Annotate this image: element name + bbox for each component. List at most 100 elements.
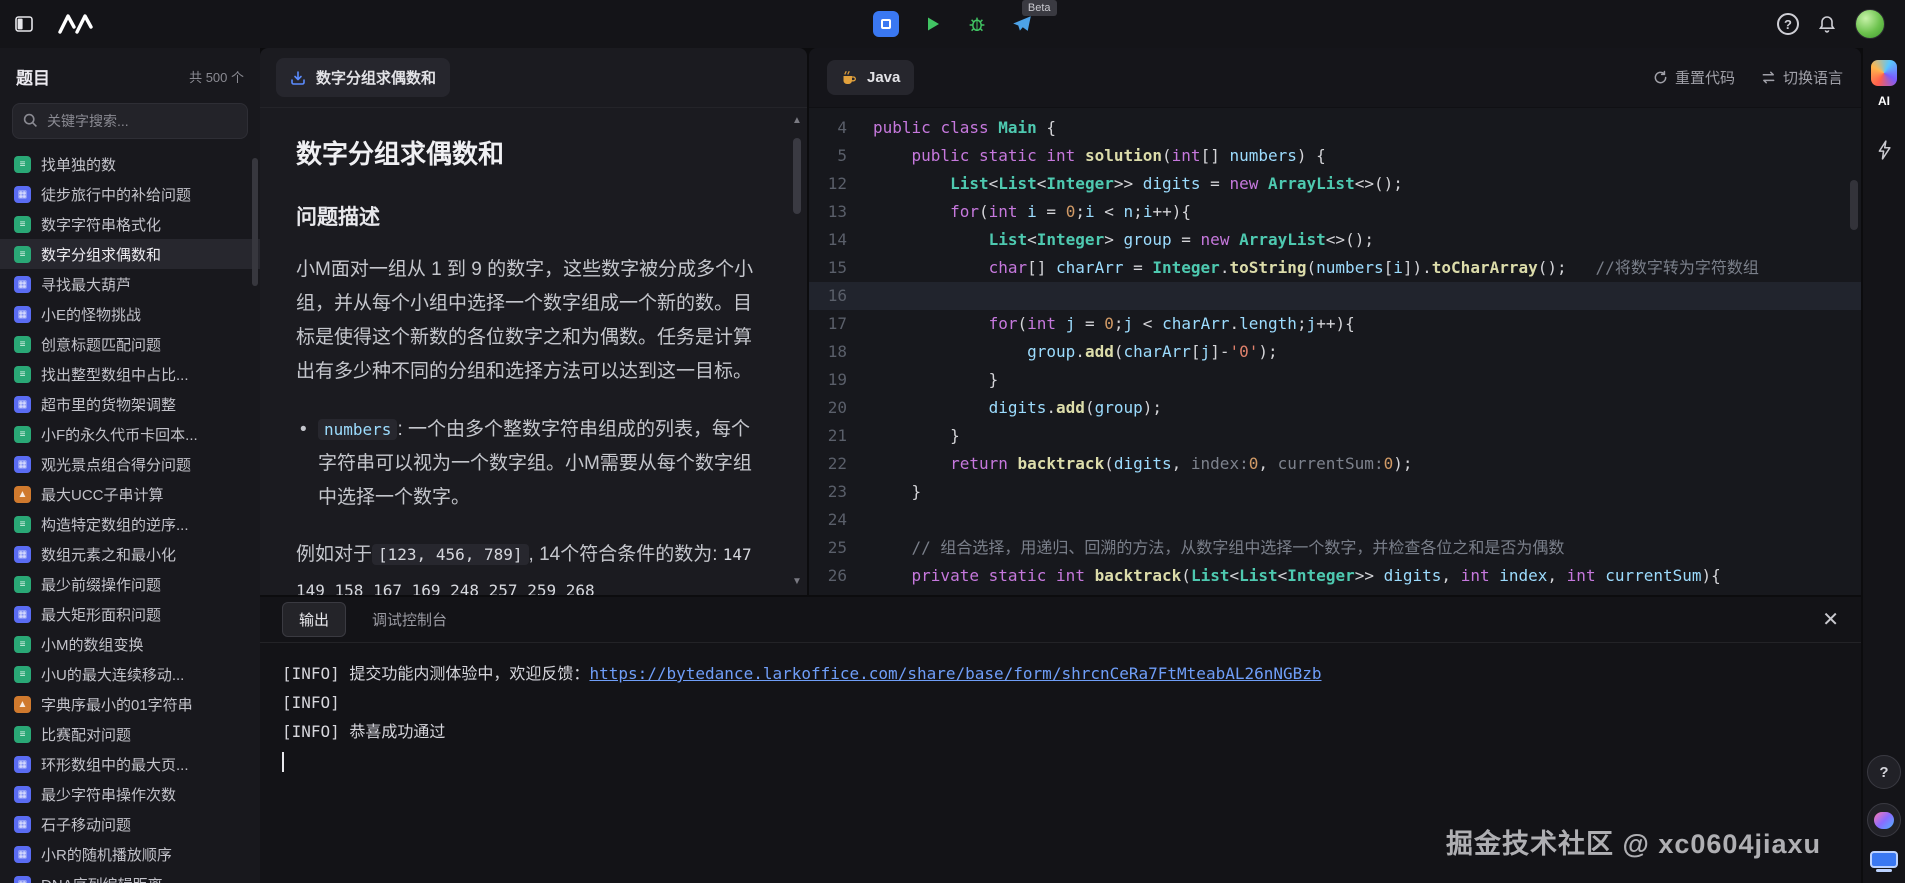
help-icon[interactable]: ?	[1777, 13, 1799, 35]
sidebar-item[interactable]: ▲ 字典序最小的01字符串	[0, 689, 260, 719]
sidebar-item[interactable]: ≡ 找单独的数	[0, 149, 260, 179]
code-line[interactable]: 23 }	[809, 478, 1861, 506]
main-area: 数字分组求偶数和 数字分组求偶数和 问题描述 小M面对一组从 1 到 9 的数字…	[260, 48, 1861, 883]
sidebar-item[interactable]: ▲ 最大UCC子串计算	[0, 479, 260, 509]
line-content: for(int i = 0;i < n;i++){	[950, 202, 1191, 221]
code-line[interactable]: 20 digits.add(group);	[809, 394, 1861, 422]
code-line[interactable]: 18 group.add(charArr[j]-'0');	[809, 338, 1861, 366]
sidebar-item[interactable]: ▦ 最大矩形面积问题	[0, 599, 260, 629]
editor-actions: 重置代码 切换语言	[1653, 67, 1843, 88]
code-line[interactable]: 15 char[] charArr = Integer.toString(num…	[809, 254, 1861, 282]
lightning-icon[interactable]	[1877, 140, 1892, 160]
close-console-button[interactable]: ✕	[1822, 610, 1839, 630]
code-line[interactable]: 22 return backtrack(digits, index:0, cur…	[809, 450, 1861, 478]
ai-brain-button[interactable]	[1867, 803, 1901, 837]
code-line[interactable]: 4 public class Main {	[809, 114, 1861, 142]
code-lines: 4 public class Main {5 public static int …	[809, 114, 1861, 590]
difficulty-icon: ▦	[14, 785, 31, 803]
line-content: List<List<Integer>> digits = new ArrayLi…	[950, 174, 1403, 193]
sidebar-item[interactable]: ≡ 找出整型数组中占比...	[0, 359, 260, 389]
sidebar-item[interactable]: ▦ 观光景点组合得分问题	[0, 449, 260, 479]
tab-output[interactable]: 输出	[282, 602, 347, 637]
sidebar-toggle-button[interactable]	[14, 14, 34, 34]
problem-params-list: numbers: 一个由多个整数字符串组成的列表，每个字符串可以视为一个数字组。…	[296, 413, 763, 515]
problems-sidebar: 题目 共 500 个 ≡ 找单独的数 ▦ 徒步旅行中的补给问题 ≡ 数字字符串格式化 ≡ 数字…	[0, 48, 260, 883]
code-line[interactable]: 21 }	[809, 422, 1861, 450]
code-line[interactable]: 13 for(int i = 0;i < n;i++){	[809, 198, 1861, 226]
run-panel-icon[interactable]	[872, 11, 899, 37]
sidebar-item[interactable]: ≡ 数字字符串格式化	[0, 209, 260, 239]
watermark: 掘金技术社区 @ xc0604jiaxu	[1446, 829, 1821, 859]
sidebar-item[interactable]: ≡ 比赛配对问题	[0, 719, 260, 749]
ai-assistant-button[interactable]	[1871, 60, 1897, 86]
sidebar-item[interactable]: ≡ 构造特定数组的逆序...	[0, 509, 260, 539]
notifications-bell-icon[interactable]	[1817, 14, 1837, 34]
console-link[interactable]: https://bytedance.larkoffice.com/share/b…	[589, 664, 1321, 683]
sidebar-item[interactable]: ▦ 徒步旅行中的补给问题	[0, 179, 260, 209]
debug-bug-icon[interactable]	[967, 14, 987, 34]
sidebar-item[interactable]: ≡ 创意标题匹配问题	[0, 329, 260, 359]
content-row: 数字分组求偶数和 数字分组求偶数和 问题描述 小M面对一组从 1 到 9 的数字…	[260, 48, 1861, 595]
sidebar-item[interactable]: ▦ 寻找最大葫芦	[0, 269, 260, 299]
problem-scrollbar-thumb[interactable]	[793, 138, 801, 214]
user-avatar[interactable]	[1855, 9, 1885, 39]
code-line[interactable]: 17 for(int j = 0;j < charArr.length;j++)…	[809, 310, 1861, 338]
sidebar-item[interactable]: ▦ 数组元素之和最小化	[0, 539, 260, 569]
line-number: 16	[827, 286, 847, 305]
line-content: List<Integer> group = new ArrayList<>();	[988, 230, 1374, 249]
java-tab-label: Java	[867, 69, 901, 86]
problem-title: 徒步旅行中的补给问题	[41, 186, 192, 204]
sidebar-item[interactable]: ▦ 环形数组中的最大页...	[0, 749, 260, 779]
difficulty-icon: ≡	[14, 515, 31, 533]
difficulty-icon: ≡	[14, 635, 31, 653]
sidebar-item[interactable]: ▦ DNA序列编辑距离	[0, 869, 260, 883]
scroll-up-button[interactable]: ▲	[792, 114, 802, 128]
switch-language-button[interactable]: 切换语言	[1761, 67, 1843, 88]
code-line[interactable]: 12 List<List<Integer>> digits = new Arra…	[809, 170, 1861, 198]
search-input[interactable]	[12, 103, 248, 139]
problem-body: 数字分组求偶数和 问题描述 小M面对一组从 1 到 9 的数字，这些数字被分成多…	[260, 108, 807, 595]
problem-panel-header: 数字分组求偶数和	[260, 48, 807, 108]
line-content: group.add(charArr[j]-'0');	[1027, 342, 1278, 361]
editor-scrollbar-thumb[interactable]	[1850, 180, 1858, 230]
help-float-button[interactable]: ?	[1867, 755, 1901, 789]
run-button[interactable]	[923, 14, 943, 34]
line-content: }	[873, 426, 960, 445]
difficulty-icon: ≡	[14, 215, 31, 233]
java-tab[interactable]: Java	[827, 60, 915, 95]
difficulty-icon: ≡	[14, 725, 31, 743]
share-plane-icon[interactable]: Beta	[1011, 0, 1057, 35]
tab-debug-console[interactable]: 调试控制台	[372, 609, 447, 630]
sidebar-item[interactable]: ≡ 数字分组求偶数和	[0, 239, 260, 269]
console-text: [INFO] 恭喜成功通过	[282, 722, 446, 741]
code-line[interactable]: 14 List<Integer> group = new ArrayList<>…	[809, 226, 1861, 254]
sidebar-item[interactable]: ≡ 小U的最大连续移动...	[0, 659, 260, 689]
line-content: for(int j = 0;j < charArr.length;j++){	[988, 314, 1355, 333]
difficulty-icon: ▦	[14, 815, 31, 833]
scroll-down-button[interactable]: ▼	[792, 575, 802, 589]
sidebar-item[interactable]: ▦ 石子移动问题	[0, 809, 260, 839]
problem-tab[interactable]: 数字分组求偶数和	[276, 58, 451, 97]
code-line[interactable]: 19 }	[809, 366, 1861, 394]
code-editor[interactable]: 4 public class Main {5 public static int …	[809, 108, 1861, 595]
sidebar-item[interactable]: ▦ 小E的怪物挑战	[0, 299, 260, 329]
example-array-code: [123, 456, 789]	[372, 544, 529, 565]
sidebar-scrollbar-thumb[interactable]	[252, 158, 258, 286]
code-line[interactable]: 16	[809, 282, 1861, 310]
problem-title: 环形数组中的最大页...	[41, 756, 189, 774]
sidebar-item[interactable]: ≡ 小M的数组变换	[0, 629, 260, 659]
sidebar-item[interactable]: ▦ 超市里的货物架调整	[0, 389, 260, 419]
app-logo-icon[interactable]	[56, 13, 98, 35]
code-line[interactable]: 5 public static int solution(int[] numbe…	[809, 142, 1861, 170]
sidebar-item[interactable]: ▦ 小R的随机播放顺序	[0, 839, 260, 869]
sidebar-item[interactable]: ≡ 最少前缀操作问题	[0, 569, 260, 599]
reset-code-button[interactable]: 重置代码	[1653, 67, 1735, 88]
sidebar-item[interactable]: ▦ 最少字符串操作次数	[0, 779, 260, 809]
sidebar-item[interactable]: ≡ 小F的永久代币卡回本...	[0, 419, 260, 449]
search-wrap	[12, 103, 248, 139]
code-line[interactable]: 25 // 组合选择，用递归、回溯的方法，从数字组中选择一个数字，并检查各位之和…	[809, 534, 1861, 562]
code-line[interactable]: 24	[809, 506, 1861, 534]
sidebar-title: 题目	[16, 69, 50, 88]
device-button[interactable]	[1870, 851, 1898, 873]
code-line[interactable]: 26 private static int backtrack(List<Lis…	[809, 562, 1861, 590]
